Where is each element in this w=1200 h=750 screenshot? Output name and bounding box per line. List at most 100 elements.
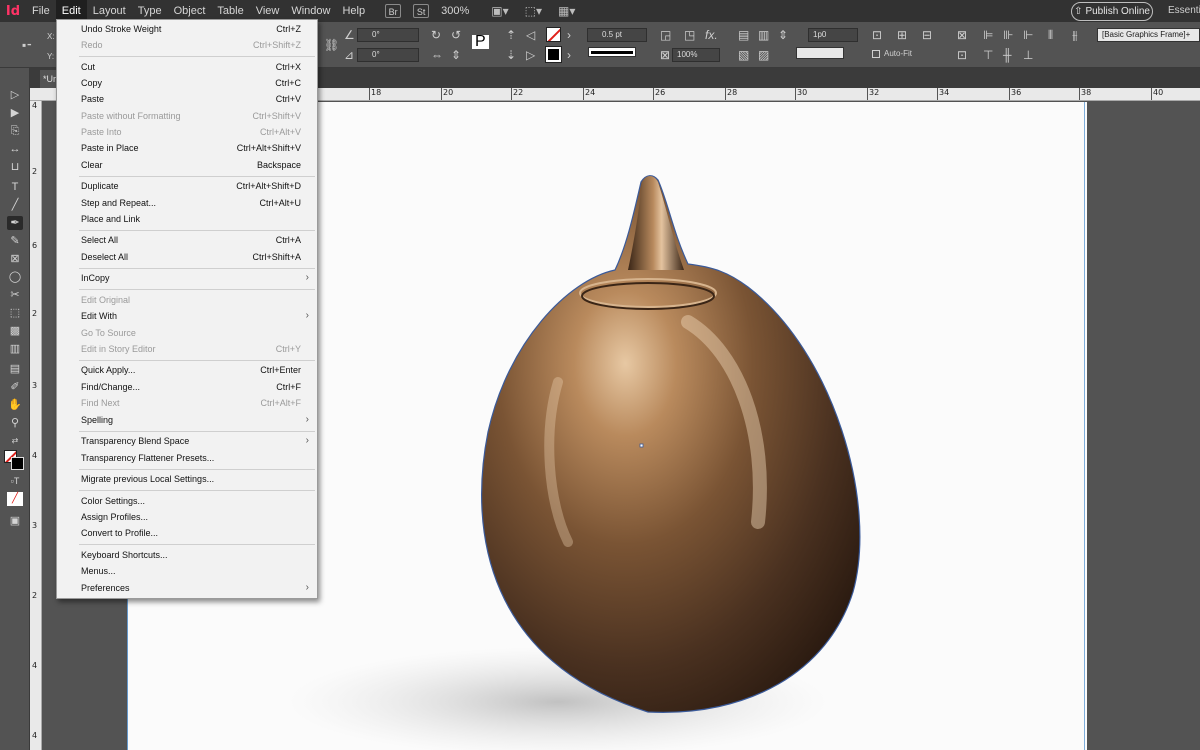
- fill-frame-icon[interactable]: ⊡: [872, 28, 882, 42]
- stroke-menu-arrow-icon[interactable]: ›: [567, 48, 571, 62]
- direct-selection-tool-icon[interactable]: ▶: [7, 106, 23, 120]
- menu-item-duplicate[interactable]: Duplicate Ctrl+Alt+Shift+D: [57, 178, 317, 194]
- workspace-switcher[interactable]: Essenti: [1168, 0, 1200, 22]
- stroke-type-selector[interactable]: [588, 47, 636, 57]
- view-options-icon[interactable]: ▣▾: [491, 4, 508, 18]
- note-tool-icon[interactable]: ▤: [7, 362, 23, 376]
- align-left-icon[interactable]: ⊫: [983, 28, 993, 42]
- fit-content-icon[interactable]: ⊞: [897, 28, 907, 42]
- frame-offset-field[interactable]: 1p0: [808, 28, 858, 42]
- menu-file[interactable]: File: [26, 0, 56, 22]
- menu-item-transparency-blend-space[interactable]: Transparency Blend Space ›: [57, 433, 317, 449]
- menu-item-find-change[interactable]: Find/Change... Ctrl+F: [57, 379, 317, 395]
- rotate-clockwise-icon[interactable]: ↻: [431, 28, 441, 42]
- align-middle-icon[interactable]: ╫: [1003, 48, 1012, 62]
- menu-item-quick-apply[interactable]: Quick Apply... Ctrl+Enter: [57, 362, 317, 378]
- menu-item-menus[interactable]: Menus...: [57, 563, 317, 579]
- select-content-icon[interactable]: ⇣: [506, 48, 516, 62]
- menu-item-convert-to-profile[interactable]: Convert to Profile...: [57, 525, 317, 541]
- autofit-checkbox[interactable]: [872, 50, 880, 58]
- menu-item-step-and-repeat[interactable]: Step and Repeat... Ctrl+Alt+U: [57, 195, 317, 211]
- opacity-field[interactable]: 100%: [672, 48, 720, 62]
- effects-icon[interactable]: fx.: [705, 28, 718, 42]
- wrap-bounding-box-icon[interactable]: ▥: [758, 28, 769, 42]
- menu-item-select-all[interactable]: Select All Ctrl+A: [57, 232, 317, 248]
- zoom-level[interactable]: 300%: [441, 5, 469, 17]
- menu-item-undo[interactable]: Undo Stroke Weight Ctrl+Z: [57, 21, 317, 37]
- wrap-shape-icon[interactable]: ▧: [738, 48, 749, 62]
- gradient-feather-tool-icon[interactable]: ▥: [7, 342, 23, 356]
- hand-tool-icon[interactable]: ✋: [7, 398, 23, 412]
- stroke-color-swatch[interactable]: [11, 457, 24, 470]
- screen-mode-tool-icon[interactable]: ▣: [7, 514, 23, 528]
- arrange-documents-icon[interactable]: ▦▾: [558, 4, 575, 18]
- menu-item-deselect-all[interactable]: Deselect All Ctrl+Shift+A: [57, 249, 317, 265]
- screen-mode-icon[interactable]: ⬚▾: [525, 4, 542, 18]
- line-tool-icon[interactable]: ╱: [7, 198, 23, 212]
- menu-item-paste-in-place[interactable]: Paste in Place Ctrl+Alt+Shift+V: [57, 140, 317, 156]
- select-next-icon[interactable]: ▷: [526, 48, 535, 62]
- zoom-tool-icon[interactable]: ⚲: [7, 416, 23, 430]
- type-tool-icon[interactable]: T: [7, 180, 23, 194]
- scissors-tool-icon[interactable]: ✂: [7, 288, 23, 302]
- rectangle-frame-tool-icon[interactable]: ⊠: [7, 252, 23, 266]
- menu-item-migrate-local-settings[interactable]: Migrate previous Local Settings...: [57, 471, 317, 487]
- publish-online-button[interactable]: ⇧ Publish Online: [1071, 2, 1153, 21]
- content-aware-fit-icon[interactable]: ⊡: [957, 48, 967, 62]
- menu-item-paste[interactable]: Paste Ctrl+V: [57, 91, 317, 107]
- pencil-tool-icon[interactable]: ✎: [7, 234, 23, 248]
- fit-frame-icon[interactable]: ⊟: [922, 28, 932, 42]
- rotation-angle-field[interactable]: 0°: [357, 28, 419, 42]
- formatting-affects-container-icon[interactable]: ▫T: [7, 474, 23, 488]
- stroke-black-swatch[interactable]: [545, 46, 562, 63]
- distribute-horizontal-icon[interactable]: ⫴: [1048, 28, 1053, 42]
- menu-item-assign-profiles[interactable]: Assign Profiles...: [57, 509, 317, 525]
- select-previous-icon[interactable]: ◁: [526, 28, 535, 42]
- menu-item-keyboard-shortcuts[interactable]: Keyboard Shortcuts...: [57, 547, 317, 563]
- menu-item-spelling[interactable]: Spelling ›: [57, 412, 317, 428]
- stroke-style-field[interactable]: [796, 47, 844, 59]
- menu-item-color-settings[interactable]: Color Settings...: [57, 493, 317, 509]
- wrap-none-icon[interactable]: ▤: [738, 28, 749, 42]
- align-bottom-icon[interactable]: ⊥: [1023, 48, 1033, 62]
- pen-tool-icon[interactable]: ✒: [7, 216, 23, 230]
- ellipse-tool-icon[interactable]: ◯: [7, 270, 23, 284]
- menu-item-place-and-link[interactable]: Place and Link: [57, 211, 317, 227]
- menu-item-clear[interactable]: Clear Backspace: [57, 157, 317, 173]
- shadow-settings-icon[interactable]: ◳: [684, 28, 695, 42]
- flip-horizontal-icon[interactable]: ⇔: [431, 48, 443, 62]
- menu-item-cut[interactable]: Cut Ctrl+X: [57, 59, 317, 75]
- page-tool-icon[interactable]: ⎘: [7, 124, 23, 138]
- rotate-counterclockwise-icon[interactable]: ↺: [451, 28, 461, 42]
- menu-item-edit-with[interactable]: Edit With ›: [57, 308, 317, 324]
- wrap-jump-icon[interactable]: ▨: [758, 48, 769, 62]
- menu-item-preferences[interactable]: Preferences ›: [57, 580, 317, 596]
- align-center-icon[interactable]: ⊪: [1003, 28, 1013, 42]
- menu-help[interactable]: Help: [336, 0, 371, 22]
- select-container-icon[interactable]: ⇡: [506, 28, 516, 42]
- eyedropper-tool-icon[interactable]: ✐: [7, 380, 23, 394]
- stock-icon[interactable]: St: [413, 4, 430, 18]
- gradient-swatch-tool-icon[interactable]: ▩: [7, 324, 23, 338]
- path-anchor-point[interactable]: [639, 443, 644, 448]
- menu-item-incopy[interactable]: InCopy ›: [57, 270, 317, 286]
- flip-vertical-icon[interactable]: ⇕: [451, 48, 461, 62]
- swap-fill-stroke-icon[interactable]: ⇄: [7, 434, 23, 448]
- distribute-vertical-icon[interactable]: ⫵: [1072, 28, 1078, 42]
- constrain-proportions-icon[interactable]: ⛓: [324, 38, 339, 52]
- center-content-icon[interactable]: ⊠: [957, 28, 967, 42]
- align-right-icon[interactable]: ⊩: [1023, 28, 1033, 42]
- drop-shadow-icon[interactable]: ◲: [660, 28, 671, 42]
- bridge-icon[interactable]: Br: [385, 4, 402, 18]
- gap-tool-icon[interactable]: ↔: [7, 142, 23, 156]
- align-top-icon[interactable]: ⊤: [983, 48, 993, 62]
- shear-angle-field[interactable]: 0°: [357, 48, 419, 62]
- reference-point-icon[interactable]: ▪⁃: [22, 38, 32, 52]
- stroke-weight-field[interactable]: 0.5 pt: [587, 28, 647, 42]
- free-transform-tool-icon[interactable]: ⬚: [7, 306, 23, 320]
- vertical-ruler[interactable]: 4 2 6 2 3 4 3 2 4 4: [30, 101, 42, 750]
- object-style-field[interactable]: [Basic Graphics Frame]+: [1097, 28, 1200, 42]
- path-type-icon[interactable]: P: [472, 34, 489, 50]
- menu-item-copy[interactable]: Copy Ctrl+C: [57, 75, 317, 91]
- selection-tool-icon[interactable]: ▷: [7, 88, 23, 102]
